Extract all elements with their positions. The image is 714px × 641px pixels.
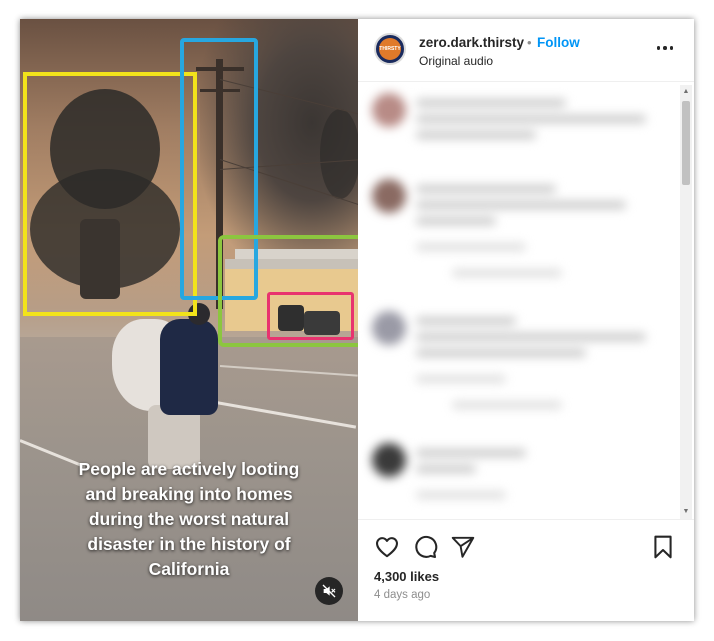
scroll-down-arrow-icon[interactable]: ▼ [682,508,690,516]
share-button[interactable] [450,534,476,560]
comment-meta [416,375,506,383]
comment-meta [452,401,562,409]
post-date[interactable]: 4 days ago [374,589,430,601]
comment-text [416,465,476,473]
comment-text [416,185,556,193]
post-side-panel: THIRSTY zero.dark.thirsty • Follow Origi… [358,19,694,621]
comment-avatar [372,443,406,477]
audio-label[interactable]: Original audio [419,54,493,68]
annotation-box-red [267,292,354,340]
comment-text [416,201,626,209]
bookmark-icon [654,535,672,559]
tree [320,109,358,199]
send-icon [451,536,475,558]
avatar[interactable]: THIRSTY [374,33,406,65]
comment-avatar [372,311,406,345]
scroll-up-arrow-icon[interactable]: ▲ [682,88,690,96]
comment-text [416,131,536,139]
comment-meta [416,243,526,251]
comment-text [416,217,496,225]
comment-text [416,99,566,107]
comment-icon [415,535,438,558]
comment-avatar [372,179,406,213]
more-options-icon[interactable] [654,41,676,55]
instagram-post-card: People are actively looting and breaking… [20,19,694,621]
comment-meta [416,491,506,499]
scrollbar-thumb[interactable] [682,101,690,185]
comment-text [416,349,586,357]
comments-list[interactable] [358,83,694,519]
post-actions: 4,300 likes 4 days ago [358,519,694,621]
likes-count[interactable]: 4,300 likes [374,569,439,584]
mute-button[interactable] [315,577,343,605]
comment-text [416,317,516,325]
follow-button[interactable]: Follow [537,35,580,50]
comment-text [416,333,646,341]
save-button[interactable] [650,534,676,560]
avatar-logo: THIRSTY [379,38,401,60]
separator-dot: • [527,35,532,50]
username-link[interactable]: zero.dark.thirsty [419,35,524,50]
video-caption: People are actively looting and breaking… [78,459,300,579]
post-header: THIRSTY zero.dark.thirsty • Follow Origi… [358,19,694,82]
comment-text [416,115,646,123]
comments-scrollbar[interactable]: ▲ ▼ [680,85,692,519]
comment-meta [452,269,562,277]
person [160,319,218,415]
post-video[interactable]: People are actively looting and breaking… [20,19,358,621]
comment-text [416,449,526,457]
comment-avatar [372,93,406,127]
like-button[interactable] [374,534,400,560]
muted-speaker-icon [322,584,336,598]
annotation-box-yellow [23,72,197,316]
heart-icon [376,537,398,558]
comment-button[interactable] [412,534,438,560]
